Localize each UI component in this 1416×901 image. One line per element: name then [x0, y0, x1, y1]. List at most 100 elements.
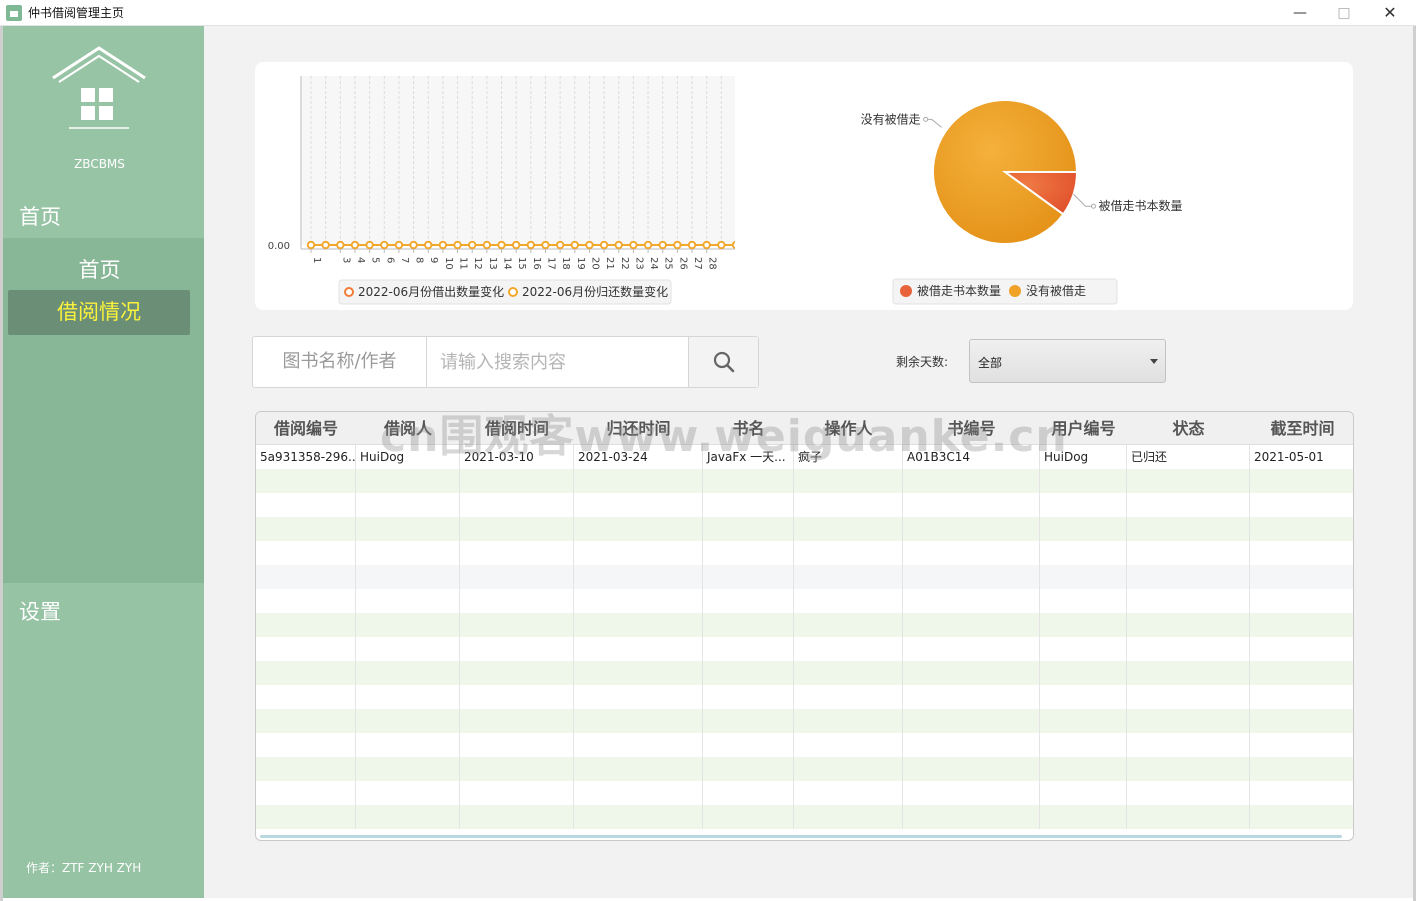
table-cell [703, 541, 794, 565]
table-cell [903, 613, 1040, 637]
table-cell [1250, 565, 1353, 589]
search-input[interactable] [428, 337, 688, 387]
table-cell [794, 709, 903, 733]
sidebar-item-borrow-status[interactable]: 借阅情况 [8, 290, 190, 335]
search-button[interactable] [688, 337, 758, 387]
table-cell [703, 589, 794, 613]
data-point [570, 240, 579, 250]
table-cell [903, 469, 1040, 493]
table-cell [1250, 613, 1353, 637]
table-cell [794, 733, 903, 757]
data-point [350, 240, 360, 250]
data-point [614, 240, 623, 250]
table-cell [903, 493, 1040, 517]
table-cell [460, 733, 574, 757]
sidebar-section-home[interactable]: 首页 [19, 201, 61, 231]
data-point [702, 240, 711, 250]
table-cell [460, 589, 574, 613]
app-icon [6, 5, 22, 21]
sidebar-item-settings[interactable]: 设置 [19, 596, 61, 626]
table-row[interactable] [256, 805, 1353, 829]
x-tick-label: 9 [428, 257, 439, 263]
horizontal-scrollbar[interactable] [260, 835, 1342, 838]
table-row[interactable] [256, 517, 1353, 541]
author-label: 作者：ZTF ZYH ZYH [26, 861, 142, 875]
maximize-icon[interactable]: □ [1321, 0, 1367, 26]
table-row[interactable] [256, 637, 1353, 661]
data-point [438, 240, 447, 250]
table-cell [460, 493, 574, 517]
table-cell [903, 517, 1040, 541]
table-cell [574, 541, 703, 565]
table-cell [903, 589, 1040, 613]
table-cell [903, 805, 1040, 829]
table-cell [460, 517, 574, 541]
table-cell [1040, 661, 1127, 685]
table-cell [794, 685, 903, 709]
line-legend: 2022-06月份借出数量变化 2022-06月份归还数量变化 [338, 279, 672, 305]
table-cell [1040, 493, 1127, 517]
data-point [497, 240, 506, 250]
table-row[interactable] [256, 613, 1353, 637]
table-cell [256, 589, 356, 613]
table-cell [1127, 637, 1250, 661]
column-header[interactable]: 截至时间 [1250, 412, 1353, 445]
data-point [394, 240, 404, 250]
table-cell [903, 565, 1040, 589]
table-cell [1127, 661, 1250, 685]
x-tick-label: 4 [355, 257, 366, 263]
window-title: 仲书借阅管理主页 [28, 6, 125, 20]
pie-leader-line [1073, 193, 1094, 207]
x-tick-label: 17 [545, 257, 556, 270]
table-cell [1040, 685, 1127, 709]
table-cell [1127, 517, 1250, 541]
table-row[interactable] [256, 685, 1353, 709]
data-point [321, 240, 330, 250]
table-cell [1127, 541, 1250, 565]
pie-slice[interactable] [932, 99, 1079, 245]
table-cell [460, 805, 574, 829]
table-cell [1250, 805, 1353, 829]
data-point [541, 240, 550, 250]
table-cell [460, 757, 574, 781]
table-row[interactable] [256, 469, 1353, 493]
table-row[interactable] [256, 541, 1353, 565]
table-cell [256, 781, 356, 805]
column-header[interactable]: 借阅编号 [256, 412, 356, 445]
table-cell [574, 517, 703, 541]
table-cell [356, 685, 460, 709]
remaining-days-select[interactable]: 全部 [969, 339, 1166, 383]
table-cell: 5a931358-296... [256, 445, 356, 469]
column-header[interactable]: 状态 [1127, 412, 1250, 445]
table-row[interactable] [256, 781, 1353, 805]
sidebar-item-home[interactable]: 首页 [3, 254, 196, 284]
table-cell [703, 565, 794, 589]
table-cell [1127, 709, 1250, 733]
line-chart: 0.001 3 4 5 6 7 8 9 10 11 12 13 14 15 16 17 18 19 20 21 22 23… [268, 76, 735, 305]
x-tick-label: 8 [414, 257, 425, 263]
close-icon[interactable]: ✕ [1367, 0, 1413, 26]
search-field-label: 图书名称/作者 [253, 337, 427, 387]
table-row[interactable] [256, 493, 1353, 517]
table-row[interactable] [256, 661, 1353, 685]
table-cell [794, 805, 903, 829]
title-bar: 仲书借阅管理主页 — □ ✕ [0, 0, 1416, 26]
table-row[interactable] [256, 709, 1353, 733]
table-cell [1127, 757, 1250, 781]
table-row[interactable] [256, 757, 1353, 781]
table-cell [1040, 565, 1127, 589]
table-cell [703, 517, 794, 541]
table-row[interactable] [256, 565, 1353, 589]
table-cell [903, 733, 1040, 757]
table-cell [356, 613, 460, 637]
table-row[interactable] [256, 589, 1353, 613]
table-cell [256, 613, 356, 637]
pie-label: 被借走书本数量 [1098, 198, 1182, 213]
table-cell [256, 541, 356, 565]
minimize-icon[interactable]: — [1277, 0, 1323, 26]
watermark: cn围观客www.weiguanke.cn [380, 411, 1068, 462]
x-tick-label: 28 [707, 257, 718, 270]
table-row[interactable] [256, 733, 1353, 757]
x-tick-label: 3 [340, 257, 351, 263]
legend-label: 没有被借走 [1026, 283, 1086, 298]
